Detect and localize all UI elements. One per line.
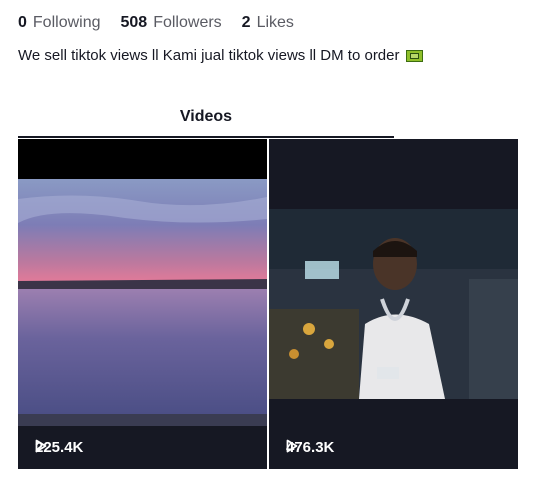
followers-count: 508 bbox=[120, 14, 148, 31]
profile-tabs: Videos bbox=[18, 104, 394, 138]
likes-count: 2 bbox=[241, 14, 251, 31]
video-card[interactable]: 476.3K bbox=[269, 139, 518, 469]
stat-likes: 2 Likes bbox=[242, 14, 294, 32]
play-icon bbox=[35, 439, 47, 453]
tab-videos[interactable]: Videos bbox=[18, 108, 394, 126]
bio-text: We sell tiktok views ll Kami jual tiktok… bbox=[18, 47, 400, 64]
stat-followers[interactable]: 508 Followers bbox=[121, 14, 222, 32]
view-count: 225.4K bbox=[35, 439, 83, 456]
video-thumbnail-performer bbox=[269, 139, 518, 469]
view-count: 476.3K bbox=[286, 439, 334, 456]
video-thumbnail-lake bbox=[18, 139, 267, 469]
likes-label: Likes bbox=[256, 14, 294, 31]
followers-label: Followers bbox=[153, 14, 222, 31]
play-icon bbox=[286, 439, 298, 453]
video-grid: 225.4K 476.3K bbox=[18, 139, 518, 469]
video-card[interactable]: 225.4K bbox=[18, 139, 267, 469]
money-flag-icon bbox=[405, 49, 423, 62]
stat-following[interactable]: 0 Following bbox=[18, 14, 101, 32]
following-count: 0 bbox=[18, 14, 27, 31]
profile-bio: We sell tiktok views ll Kami jual tiktok… bbox=[18, 47, 423, 64]
profile-stats: 0 Following 508 Followers 2 Likes bbox=[18, 14, 314, 32]
following-label: Following bbox=[32, 14, 101, 31]
